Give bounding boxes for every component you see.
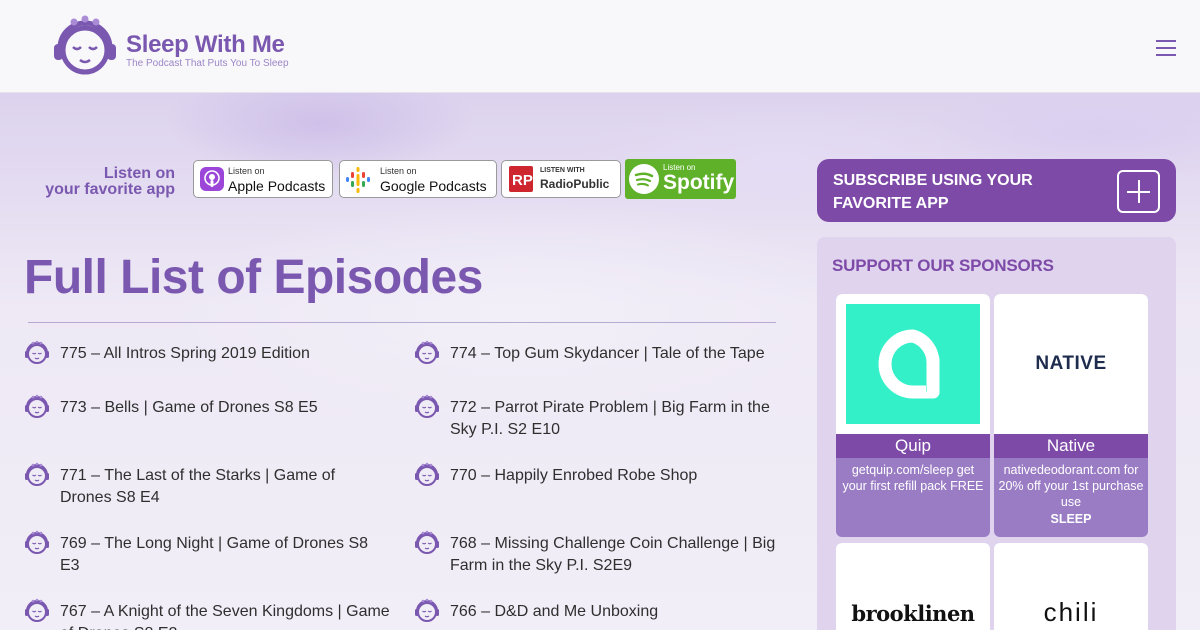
plus-icon [1117,170,1160,213]
sleeping-face-icon [415,598,439,622]
sleeping-face-icon [415,394,439,418]
google-badge-big: Google Podcasts [380,178,487,194]
listen-label-line1: Listen on [103,165,175,182]
subscribe-button[interactable]: Subscribe using your favorite app [817,159,1176,222]
sponsor-logo-area: NATIVE [994,294,1148,434]
radiopublic-badge[interactable]: RP LISTEN WITH RadioPublic [501,160,621,198]
listen-label: Listen on your favorite app [30,166,175,198]
sleeping-face-icon [415,530,439,554]
site-tagline: The Podcast That Puts You To Sleep [126,58,289,69]
page-title: Full List of Episodes [24,251,483,304]
svg-text:RP: RP [512,172,533,189]
chili-logo: chili [1043,597,1099,627]
sleeping-face-icon [25,394,49,418]
title-divider [28,322,776,323]
native-logo: NATIVE [1035,353,1107,374]
sleeping-face-icon [25,340,49,364]
apple-badge-small: Listen on [228,166,265,176]
spotify-badge-big: Spotify [663,171,735,194]
spotify-icon [629,164,659,194]
spotify-badge[interactable]: Listen on Spotify [625,159,736,199]
sponsor-name: Native [994,434,1148,458]
episode-title: 773 – Bells | Game of Drones S8 E5 [60,399,318,416]
sponsor-card-chili[interactable]: chili [994,543,1148,630]
episode-title: 769 – The Long Night | Game of Drones S8… [60,535,369,574]
site-logo-link[interactable]: Sleep With Me The Podcast That Puts You … [52,14,302,78]
sponsor-desc: getquip.com/sleep get your first refill … [842,463,984,493]
google-badge-small: Listen on [380,166,417,176]
google-podcasts-icon [346,167,370,193]
sponsor-card-native[interactable]: NATIVE Native nativedeodorant.com for 20… [994,294,1148,537]
sponsor-name: Quip [836,434,990,458]
subscribe-label: Subscribe using your favorite app [833,172,1033,212]
sponsor-promo-code: SLEEP [1050,512,1092,526]
episode-title: 774 – Top Gum Skydancer | Tale of the Ta… [450,345,765,362]
episode-title: 771 – The Last of the Starks | Game of D… [60,467,336,506]
apple-podcasts-icon [200,167,224,191]
google-podcasts-badge[interactable]: Listen on Google Podcasts [339,160,497,198]
sleeping-face-icon [415,340,439,364]
sleeping-face-icon [415,462,439,486]
sponsor-desc: nativedeodorant.com for 20% off your 1st… [998,463,1144,509]
episode-title: 770 – Happily Enrobed Robe Shop [450,467,698,484]
sleeping-face-icon [25,530,49,554]
radiopublic-badge-big: RadioPublic [540,177,610,191]
radiopublic-badge-small: LISTEN WITH [540,167,585,174]
sponsor-card-brooklinen[interactable]: brooklinen [836,543,990,630]
radiopublic-icon: RP [509,166,533,192]
sponsors-title: Support our Sponsors [832,256,1054,275]
sponsor-card-quip[interactable]: Quip getquip.com/sleep get your first re… [836,294,990,537]
sleeping-face-logo-icon [54,15,116,75]
sponsors-panel: Support our Sponsors Quip getquip.com/sl… [817,237,1176,630]
episode-title: 767 – A Knight of the Seven Kingdoms | G… [60,603,390,630]
site-header: Sleep With Me The Podcast That Puts You … [0,0,1200,93]
listen-label-line2: your favorite app [45,181,175,198]
brooklinen-logo: brooklinen [851,601,975,626]
quip-logo-icon [846,304,980,424]
site-name: Sleep With Me [126,31,285,58]
episode-title: 768 – Missing Challenge Coin Challenge |… [450,535,776,574]
episode-title: 772 – Parrot Pirate Problem | Big Farm i… [450,399,770,438]
apple-podcasts-badge[interactable]: Listen on Apple Podcasts [193,160,333,198]
episode-title: 766 – D&D and Me Unboxing [450,603,659,620]
sleeping-face-icon [25,598,49,622]
apple-badge-big: Apple Podcasts [228,178,326,194]
sponsor-logo-area [836,294,990,434]
sleeping-face-icon [25,462,49,486]
episode-title: 775 – All Intros Spring 2019 Edition [60,345,310,362]
hamburger-menu-icon[interactable] [1152,36,1180,60]
